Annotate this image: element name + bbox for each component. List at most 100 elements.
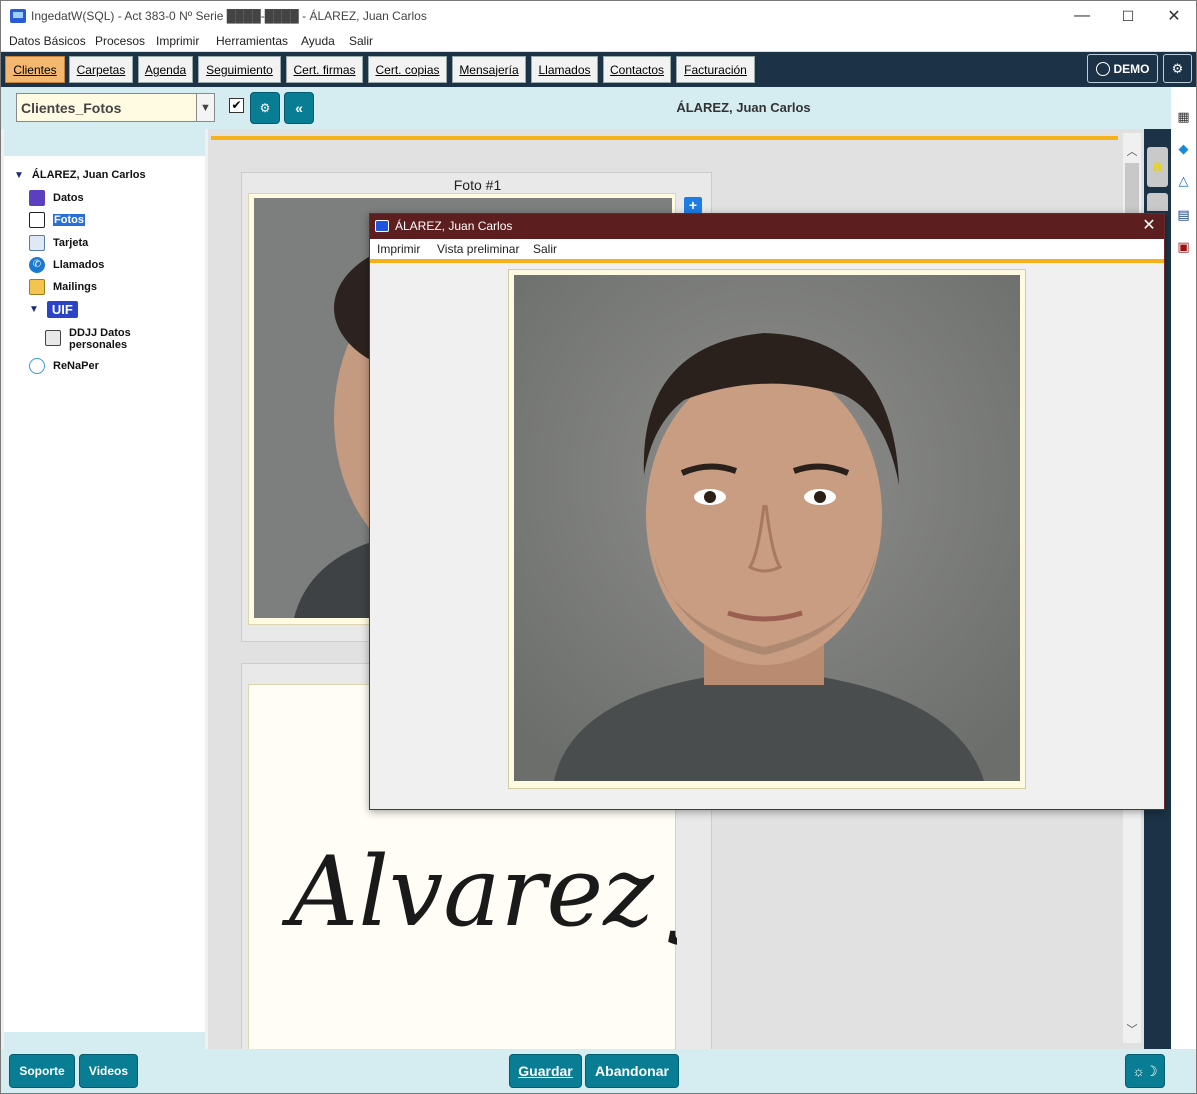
app-icon — [10, 9, 26, 23]
menu-ayuda[interactable]: Ayuda — [301, 34, 335, 48]
bottom-bar: Soporte Videos Guardar Abandonar ☼☽ — [1, 1049, 1196, 1093]
tree-item-label: ReNaPer — [53, 360, 99, 372]
maximize-button[interactable]: ☐ — [1105, 1, 1151, 31]
clipboard-icon[interactable]: ▣ — [1176, 239, 1191, 254]
dialog-accent-bar — [370, 259, 1164, 263]
menu-imprimir[interactable]: Imprimir — [156, 34, 199, 48]
menu-datos-basicos[interactable]: Datos Básicos — [9, 34, 86, 48]
tree-header — [4, 129, 205, 156]
tab-seguimiento[interactable]: Seguimiento — [198, 56, 281, 83]
dialog-menu-imprimir[interactable]: Imprimir — [377, 242, 420, 256]
close-button[interactable]: ✕ — [1151, 1, 1197, 31]
sun-moon-icon: ☼☽ — [1132, 1062, 1158, 1079]
scroll-down-icon[interactable]: ﹀ — [1123, 1021, 1141, 1037]
dialog-title-bar: ÁLAREZ, Juan Carlos ✕ — [370, 214, 1164, 239]
triangle-icon[interactable]: △ — [1176, 173, 1191, 188]
tree-item-label: Llamados — [53, 259, 105, 271]
tab-cert-firmas[interactable]: Cert. firmas — [286, 56, 363, 83]
menu-herramientas[interactable]: Herramientas — [216, 34, 288, 48]
tab-facturacion[interactable]: Facturación — [676, 56, 755, 83]
document-icon[interactable]: ▤ — [1176, 207, 1191, 222]
dialog-client-photo[interactable] — [514, 275, 1020, 781]
signature-text: Alvarez J. — [281, 836, 677, 948]
tree-item-mailings[interactable]: Mailings — [29, 279, 97, 295]
application-window: IngedatW(SQL) - Act 383-0 Nº Serie ████-… — [0, 0, 1197, 1094]
filter-checkbox[interactable]: ✔ — [229, 98, 244, 113]
window-title: IngedatW(SQL) - Act 383-0 Nº Serie ████-… — [31, 9, 427, 23]
photo-label: Foto #1 — [453, 177, 502, 193]
tab-clientes[interactable]: Clientes — [5, 56, 65, 83]
tree-item-uif[interactable]: ▼ UIF — [29, 301, 78, 318]
dialog-menu-salir[interactable]: Salir — [533, 242, 557, 256]
photos-icon — [29, 212, 45, 228]
collapse-button[interactable]: « — [284, 92, 314, 124]
tree-item-llamados[interactable]: ✆ Llamados — [29, 257, 104, 273]
dialog-menu-bar: Imprimir Vista preliminar Salir — [370, 239, 1164, 259]
tree-root[interactable]: ▼ ÁLAREZ, Juan Carlos — [14, 169, 146, 181]
title-bar: IngedatW(SQL) - Act 383-0 Nº Serie ████-… — [1, 1, 1196, 31]
dialog-close-button[interactable]: ✕ — [1138, 216, 1160, 236]
double-chevron-left-icon: « — [295, 100, 303, 116]
accent-bar — [211, 136, 1118, 140]
dialog-photo-frame — [508, 269, 1026, 789]
tree-item-label: Tarjeta — [53, 237, 89, 249]
tab-mensajeria[interactable]: Mensajería — [452, 56, 526, 83]
diamond-icon[interactable]: ◆ — [1176, 141, 1191, 156]
options-button[interactable]: ⚙ — [250, 92, 280, 124]
tree-item-datos[interactable]: Datos — [29, 190, 84, 206]
navigation-tree: ▼ ÁLAREZ, Juan Carlos Datos Fotos Tarjet… — [4, 129, 205, 1049]
client-title: ÁLAREZ, Juan Carlos — [676, 100, 811, 115]
gear-icon: ⚙ — [259, 101, 271, 115]
document-icon — [29, 190, 45, 206]
calculator-icon[interactable]: ▦ — [1176, 109, 1191, 124]
tab-carpetas[interactable]: Carpetas — [69, 56, 133, 83]
tree-root-label: ÁLAREZ, Juan Carlos — [31, 169, 146, 181]
abandonar-button[interactable]: Abandonar — [585, 1054, 679, 1088]
theme-toggle-button[interactable]: ☼☽ — [1125, 1054, 1165, 1088]
tab-contactos[interactable]: Contactos — [603, 56, 671, 83]
tree-item-fotos[interactable]: Fotos — [29, 212, 85, 228]
menu-procesos[interactable]: Procesos — [95, 34, 145, 48]
photo-viewer-dialog: ÁLAREZ, Juan Carlos ✕ Imprimir Vista pre… — [369, 213, 1165, 810]
person-photo-graphic — [514, 275, 1020, 781]
settings-button[interactable]: ⚙ — [1163, 54, 1192, 83]
rail-tab-a[interactable]: a — [1147, 147, 1168, 187]
caret-down-icon: ▼ — [29, 304, 39, 315]
user-button[interactable]: DEMO — [1087, 54, 1158, 83]
view-select[interactable]: Clientes_Fotos ▼ — [16, 93, 215, 122]
guardar-button[interactable]: Guardar — [509, 1054, 582, 1088]
gear-icon: ⚙ — [1171, 60, 1184, 76]
tree-item-renaper[interactable]: ReNaPer — [29, 358, 99, 374]
tree-item-label: Fotos — [53, 214, 85, 226]
phone-icon: ✆ — [29, 257, 45, 273]
tree-item-label: Mailings — [53, 281, 98, 293]
chevron-down-icon[interactable]: ▼ — [196, 94, 214, 121]
tab-llamados[interactable]: Llamados — [531, 56, 598, 83]
rail-tab-b[interactable] — [1147, 193, 1168, 211]
menu-bar: Datos Básicos Procesos Imprimir Herramie… — [1, 31, 1196, 52]
dialog-title: ÁLAREZ, Juan Carlos — [395, 219, 513, 233]
user-label: DEMO — [1113, 61, 1150, 76]
videos-button[interactable]: Videos — [79, 1054, 138, 1088]
dialog-menu-vista-preliminar[interactable]: Vista preliminar — [437, 242, 519, 256]
tree-item-tarjeta[interactable]: Tarjeta — [29, 235, 88, 251]
soporte-button[interactable]: Soporte — [9, 1054, 75, 1088]
envelope-icon — [29, 279, 45, 295]
caret-down-icon: ▼ — [14, 169, 24, 181]
form-icon — [45, 330, 61, 346]
scroll-up-icon[interactable]: ︿ — [1123, 143, 1141, 159]
tree-item-ddjj[interactable]: DDJJ Datos personales — [45, 327, 144, 351]
user-icon — [1095, 61, 1110, 76]
view-select-value: Clientes_Fotos — [21, 100, 122, 116]
card-icon — [29, 235, 45, 251]
tab-cert-copias[interactable]: Cert. copias — [368, 56, 447, 83]
uif-badge: UIF — [46, 301, 78, 318]
menu-salir[interactable]: Salir — [349, 34, 373, 48]
tab-agenda[interactable]: Agenda — [138, 56, 193, 83]
minimize-button[interactable]: — — [1059, 1, 1105, 31]
tree-item-label: Datos — [53, 192, 84, 204]
tree-footer — [4, 1032, 205, 1049]
view-toolbar: Clientes_Fotos ▼ ✔ ⚙ « ÁLAREZ, Juan Carl… — [1, 87, 1171, 129]
tree-item-label: DDJJ Datos personales — [69, 327, 131, 351]
folder-icon — [375, 220, 389, 232]
